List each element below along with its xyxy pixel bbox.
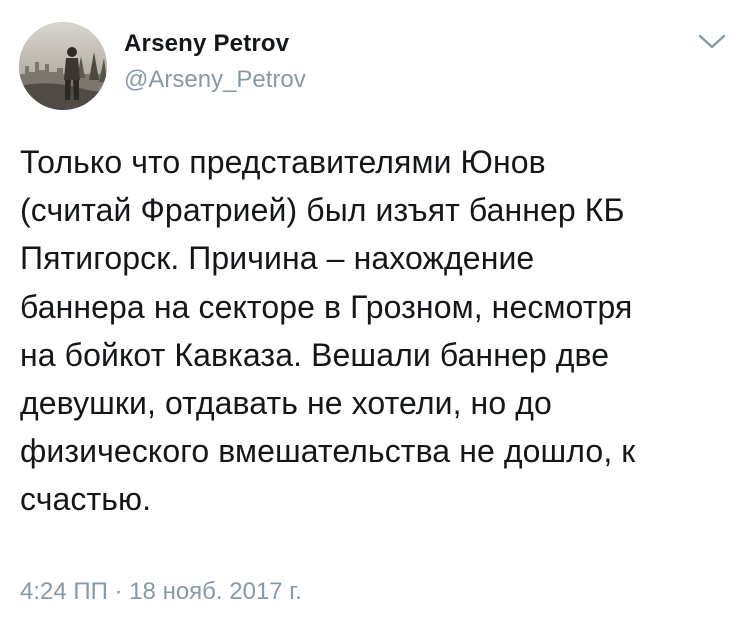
tweet-timestamp[interactable]: 4:24 ПП · 18 нояб. 2017 г.: [20, 578, 302, 606]
author-info[interactable]: Arseny Petrov @Arseny_Petrov: [124, 30, 306, 94]
tweet-menu-button[interactable]: [697, 30, 727, 52]
avatar[interactable]: [19, 22, 107, 110]
avatar-photo-icon: [19, 22, 107, 110]
tweet-card: Arseny Petrov @Arseny_Petrov Только что …: [0, 0, 750, 628]
chevron-down-icon: [698, 34, 726, 49]
author-display-name[interactable]: Arseny Petrov: [124, 30, 306, 58]
tweet-text: Только что представителями Юнов (считай …: [20, 144, 636, 518]
author-handle[interactable]: @Arseny_Petrov: [124, 66, 306, 94]
